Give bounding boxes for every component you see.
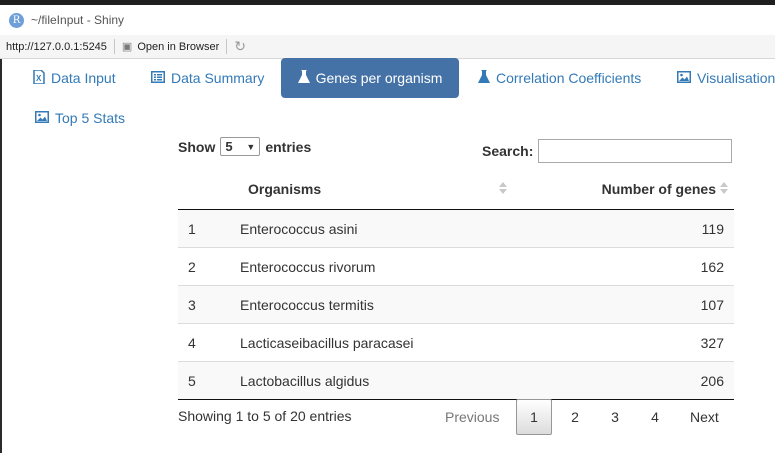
flask-icon xyxy=(297,69,310,87)
show-label: Show xyxy=(178,138,216,155)
organism-cell: Enterococcus asini xyxy=(240,221,358,237)
table-body: 1 Enterococcus asini 119 2 Enterococcus … xyxy=(178,210,734,400)
organism-cell: Lactobacillus algidus xyxy=(240,373,370,389)
entries-label: entries xyxy=(265,138,312,155)
tab-label: Visualisation xyxy=(697,70,775,86)
page-button-1[interactable]: 1 xyxy=(516,399,552,435)
tab-label: Data Summary xyxy=(171,70,265,86)
column-header-number-of-genes[interactable]: Number of genes xyxy=(602,181,716,197)
page-button-2[interactable]: 2 xyxy=(557,399,593,435)
tab-label: Correlation Coefficients xyxy=(496,70,642,86)
genes-cell: 162 xyxy=(700,259,724,275)
refresh-icon[interactable]: ↻ xyxy=(234,38,246,55)
tab-data-summary[interactable]: Data Summary xyxy=(151,58,264,98)
page-button-3[interactable]: 3 xyxy=(597,399,633,435)
previous-page-button[interactable]: Previous xyxy=(445,399,499,435)
row-index: 3 xyxy=(188,297,196,313)
tab-top-5-stats[interactable]: Top 5 Stats xyxy=(35,98,125,138)
genes-cell: 107 xyxy=(700,297,724,313)
file-excel-icon: X xyxy=(33,68,45,87)
page-length-value: 5 xyxy=(225,139,233,154)
table-row: 4 Lacticaseibacillus paracasei 327 xyxy=(178,324,734,362)
tab-label: Genes per organism xyxy=(315,70,443,86)
title-bar: R ~/fileInput - Shiny xyxy=(0,5,775,35)
organism-cell: Lacticaseibacillus paracasei xyxy=(240,335,414,351)
flask-icon xyxy=(478,69,490,87)
caret-down-icon: ▼ xyxy=(246,141,256,152)
separator xyxy=(113,39,115,54)
url-text[interactable]: http://127.0.0.1:5245 xyxy=(6,41,107,53)
svg-text:X: X xyxy=(36,74,42,83)
table-info: Showing 1 to 5 of 20 entries xyxy=(178,408,352,424)
genes-cell: 206 xyxy=(700,373,724,389)
tab-data-input[interactable]: X Data Input xyxy=(33,58,116,98)
page-length-select[interactable]: 5 ▼ xyxy=(220,137,261,156)
window-left-border xyxy=(0,59,2,453)
page-length-control: Show 5 ▼ entries xyxy=(178,137,311,156)
address-bar: http://127.0.0.1:5245 ▣ Open in Browser … xyxy=(0,35,775,59)
search-input[interactable] xyxy=(538,139,733,163)
tab-visualisation[interactable]: Visualisation xyxy=(677,58,775,98)
separator xyxy=(226,39,228,54)
genes-cell: 327 xyxy=(700,335,724,351)
row-index: 1 xyxy=(188,221,196,237)
row-index: 4 xyxy=(188,335,196,351)
open-in-browser-label: Open in Browser xyxy=(137,40,220,53)
open-in-browser-button[interactable]: ▣ Open in Browser xyxy=(121,40,220,54)
table-search: Search: xyxy=(482,139,733,163)
tab-correlation-coefficients[interactable]: Correlation Coefficients xyxy=(478,58,641,98)
open-browser-icon: ▣ xyxy=(121,41,133,53)
sort-icon xyxy=(720,182,728,196)
search-label: Search: xyxy=(482,143,534,159)
organism-cell: Enterococcus rivorum xyxy=(240,259,376,275)
tab-genes-per-organism[interactable]: Genes per organism xyxy=(281,58,459,98)
organism-cell: Enterococcus termitis xyxy=(240,297,374,313)
table-row: 5 Lactobacillus algidus 206 xyxy=(178,362,734,400)
row-index: 5 xyxy=(188,373,196,389)
table-row: 1 Enterococcus asini 119 xyxy=(178,210,734,248)
tab-label: Top 5 Stats xyxy=(55,110,126,126)
row-index: 2 xyxy=(188,259,196,275)
image-icon xyxy=(35,110,49,126)
column-header-organisms[interactable]: Organisms xyxy=(248,181,321,197)
next-page-button[interactable]: Next xyxy=(690,399,719,435)
sort-icon xyxy=(499,182,507,196)
tab-label: Data Input xyxy=(51,70,116,86)
list-alt-icon xyxy=(151,70,165,86)
table-row: 2 Enterococcus rivorum 162 xyxy=(178,248,734,286)
genes-cell: 119 xyxy=(701,221,724,237)
window-title: ~/fileInput - Shiny xyxy=(31,13,125,27)
image-icon xyxy=(677,70,691,86)
rstudio-logo-icon: R xyxy=(9,12,24,28)
page-button-4[interactable]: 4 xyxy=(637,399,673,435)
table-header: Organisms Number of genes xyxy=(178,170,734,210)
table-row: 3 Enterococcus termitis 107 xyxy=(178,286,734,324)
